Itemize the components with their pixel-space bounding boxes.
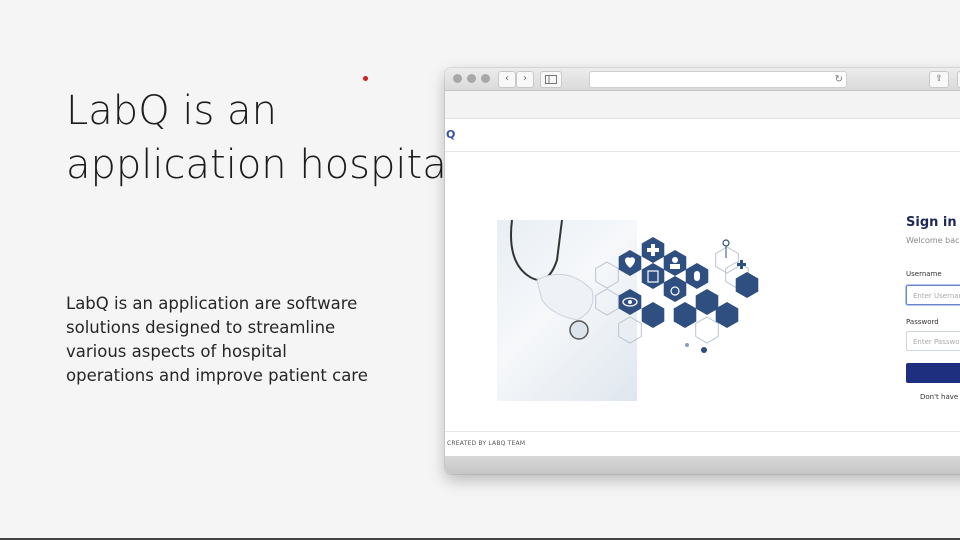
browser-bottom-band <box>445 456 960 474</box>
page-top-bar <box>445 91 960 119</box>
slide-title-line-2: application hospital <box>66 142 458 188</box>
signup-prompt[interactable]: Don't have a <box>920 393 960 401</box>
sidebar-icon <box>545 75 557 84</box>
footer-credit: CREATED BY LABQ TEAM <box>447 440 526 447</box>
signin-button[interactable] <box>906 363 960 383</box>
share-icon: ⇧ <box>935 74 943 84</box>
close-window-button[interactable] <box>453 74 462 83</box>
signin-title: Sign in <box>906 215 957 230</box>
hero-illustration <box>497 220 762 401</box>
username-input[interactable]: Enter Username <box>906 285 960 305</box>
minimize-window-button[interactable] <box>467 74 476 83</box>
username-label: Username <box>906 270 942 278</box>
back-button[interactable]: ‹ <box>498 71 516 88</box>
forward-button[interactable]: › <box>516 71 534 88</box>
glove-hand <box>536 273 594 321</box>
slide-description: LabQ is an application are software solu… <box>66 294 368 385</box>
password-label: Password <box>906 318 939 326</box>
password-input[interactable]: Enter Password <box>906 331 960 351</box>
stethoscope-icon <box>695 289 719 315</box>
bandage-icon <box>735 272 759 298</box>
browser-toolbar: ‹ › ↻ ⇧ <box>445 68 960 91</box>
browser-window: ‹ › ↻ ⇧ Q Sign in Welcome back Username … <box>445 68 960 474</box>
medical-hexagons <box>510 220 759 353</box>
microscope-icon <box>641 302 665 328</box>
clipboard-icon <box>641 263 665 289</box>
reload-icon[interactable]: ↻ <box>835 72 843 87</box>
share-button[interactable]: ⇧ <box>929 71 949 88</box>
slide-title-line-1: LabQ is an <box>66 88 277 134</box>
app-footer: CREATED BY LABQ TEAM <box>445 431 960 457</box>
welcome-text: Welcome back <box>906 236 960 245</box>
bottle-icon <box>673 302 697 328</box>
chevron-right-icon: › <box>523 73 527 84</box>
app-header: Q <box>445 119 960 152</box>
decorative-dot <box>363 76 368 81</box>
stethoscope-shape <box>510 220 563 281</box>
syringe-icon <box>715 302 739 328</box>
chevron-left-icon: ‹ <box>505 73 509 84</box>
app-logo[interactable]: Q <box>446 128 455 141</box>
sidebar-toggle-button[interactable] <box>540 71 562 88</box>
stethoscope-chestpiece <box>569 320 589 340</box>
maximize-window-button[interactable] <box>481 74 490 83</box>
address-bar[interactable]: ↻ <box>589 71 847 88</box>
flask-icon <box>663 276 687 302</box>
slide-title: LabQ is an application hospital <box>66 84 458 192</box>
page-content: Q Sign in Welcome back Username Enter Us… <box>445 91 960 474</box>
